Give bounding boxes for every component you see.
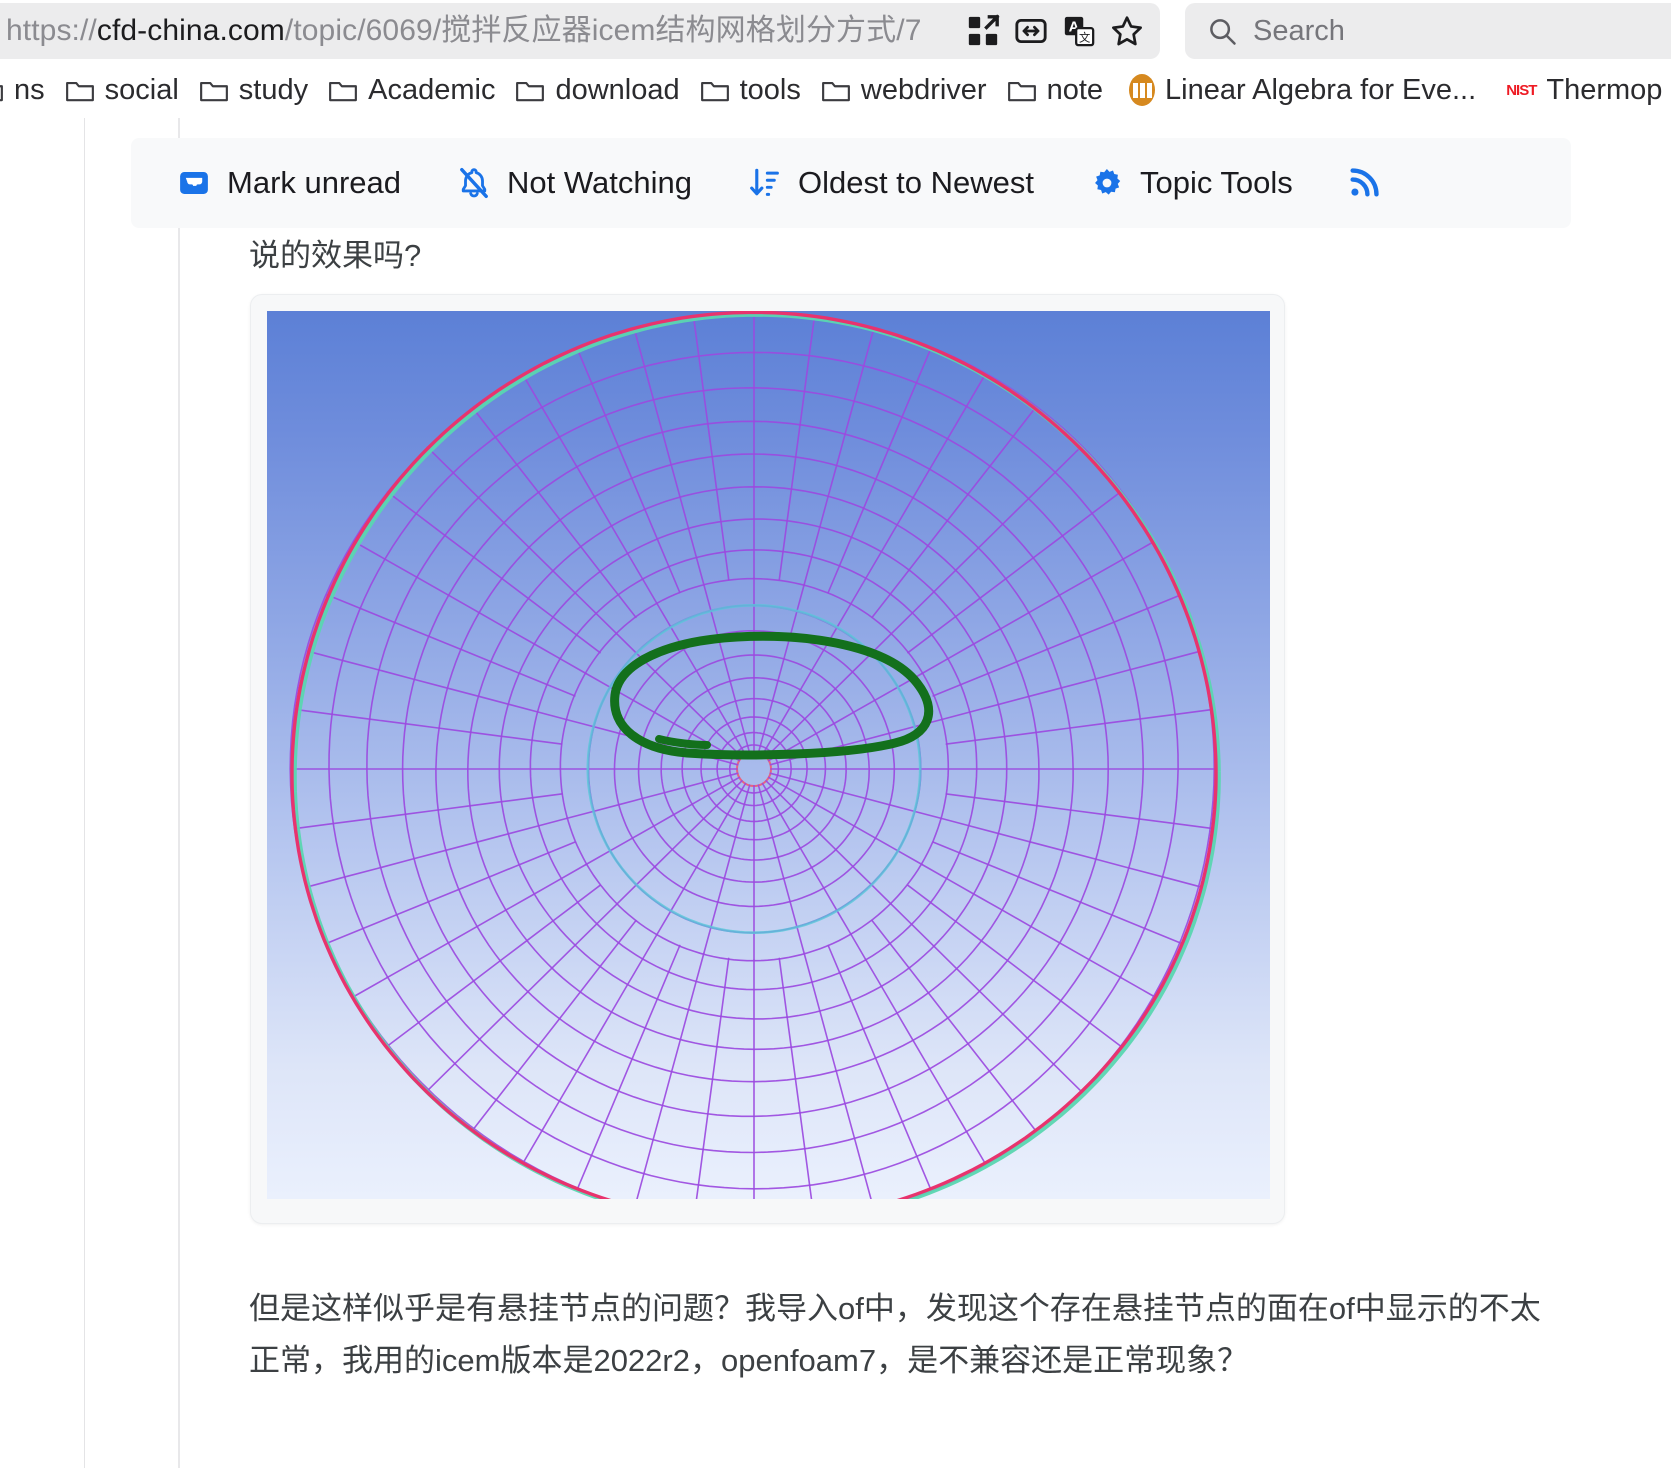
- sort-order-label: Oldest to Newest: [797, 165, 1035, 200]
- mesh-line: [871, 919, 1036, 1131]
- post-image-card[interactable]: [250, 294, 1285, 1224]
- topic-tools-button[interactable]: Topic Tools: [1056, 138, 1315, 228]
- reader-width-icon[interactable]: [1014, 14, 1048, 48]
- bookmark-label: download: [555, 74, 680, 106]
- folder-icon: [821, 77, 851, 103]
- mesh-line: [295, 793, 563, 830]
- rss-icon: [1347, 166, 1381, 200]
- folder-icon: [199, 77, 229, 103]
- mesh-line: [295, 708, 563, 745]
- page-content: Mark unread Not Watching Oldest to Newes…: [0, 118, 1671, 1468]
- bookmark-item-thermophysical[interactable]: NIST Thermop: [1498, 69, 1670, 111]
- mesh-line: [633, 328, 705, 586]
- folder-icon: [328, 77, 358, 103]
- post-text-bottom: 但是这样似乎是有悬挂节点的问题？我导入of中，发现这个存在悬挂节点的面在of中显…: [249, 1291, 1541, 1378]
- mesh-line: [907, 884, 1122, 1047]
- folder-icon: [65, 77, 95, 103]
- folder-icon: [0, 77, 4, 103]
- svg-text:文: 文: [1079, 30, 1090, 44]
- bookmark-item-academic[interactable]: Academic: [320, 69, 503, 111]
- post-text-top: 说的效果吗?: [249, 238, 422, 273]
- bookmark-label: ns: [14, 74, 45, 106]
- nist-logo-text: NIST: [1506, 81, 1537, 99]
- bookmark-item-linear-algebra[interactable]: Linear Algebra for Eve...: [1121, 69, 1484, 111]
- topic-left-divider: [178, 118, 180, 1468]
- bookmark-item-download[interactable]: download: [507, 69, 687, 111]
- browser-chrome: https://cfd-china.com/topic/6069/搅拌反应器ic…: [0, 0, 1671, 118]
- mesh-line: [778, 317, 816, 581]
- browser-toolbar-row: https://cfd-china.com/topic/6069/搅拌反应器ic…: [0, 0, 1671, 62]
- bookmark-label: Thermop: [1546, 74, 1663, 106]
- bookmark-item-note[interactable]: note: [999, 69, 1111, 111]
- sort-order-button[interactable]: Oldest to Newest: [714, 138, 1056, 228]
- bookmark-star-icon[interactable]: [1110, 14, 1144, 48]
- mesh-line: [945, 793, 1213, 830]
- mark-unread-button[interactable]: Mark unread: [155, 138, 423, 228]
- folder-icon: [515, 77, 545, 103]
- annotation-tail-stroke: [655, 735, 711, 749]
- mesh-diagram: [289, 311, 1221, 1199]
- gear-icon: [1090, 166, 1124, 200]
- mesh-line: [945, 708, 1213, 745]
- mesh-line: [692, 317, 730, 581]
- mesh-line: [940, 817, 1202, 888]
- not-watching-button[interactable]: Not Watching: [423, 138, 714, 228]
- bell-slash-icon: [457, 166, 491, 200]
- rss-feed-button[interactable]: [1315, 138, 1403, 228]
- bookmark-item-social[interactable]: social: [57, 69, 187, 111]
- mesh-image[interactable]: [267, 311, 1270, 1199]
- translate-icon[interactable]: A 文: [1062, 14, 1096, 48]
- address-bar[interactable]: https://cfd-china.com/topic/6069/搅拌反应器ic…: [0, 3, 1160, 59]
- mesh-line: [940, 650, 1202, 721]
- search-box[interactable]: Search: [1185, 3, 1671, 59]
- mesh-line: [803, 328, 875, 586]
- inbox-icon: [177, 166, 211, 200]
- search-placeholder: Search: [1253, 14, 1345, 47]
- qr-expand-icon[interactable]: [966, 14, 1000, 48]
- bookmark-item-ns[interactable]: ns: [0, 69, 53, 111]
- topic-tools-label: Topic Tools: [1140, 165, 1293, 200]
- sort-ascending-icon: [748, 166, 782, 200]
- bookmark-item-tools[interactable]: tools: [692, 69, 809, 111]
- url-path: /topic/6069/搅拌反应器icem结构网格划分方式/7: [284, 14, 922, 47]
- bookmarks-bar: ns social study Academic download tools …: [0, 62, 1671, 118]
- url-scheme: https://: [6, 14, 97, 47]
- url-domain: cfd-china.com: [96, 14, 285, 47]
- bookmark-label: social: [104, 74, 179, 106]
- mesh-line: [306, 650, 568, 721]
- mark-unread-label: Mark unread: [227, 165, 402, 200]
- bookmark-label: tools: [739, 74, 801, 106]
- orange-oval-icon: [1129, 74, 1156, 106]
- address-bar-icons: A 文: [966, 3, 1144, 59]
- bookmark-label: Linear Algebra for Eve...: [1165, 74, 1477, 106]
- folder-icon: [700, 77, 730, 103]
- mesh-grid-group: [289, 311, 1221, 1199]
- bookmark-item-webdriver[interactable]: webdriver: [813, 69, 995, 111]
- bookmark-item-study[interactable]: study: [191, 69, 316, 111]
- bookmark-label: study: [238, 74, 309, 106]
- topic-toolbar: Mark unread Not Watching Oldest to Newes…: [131, 138, 1571, 228]
- nist-logo-icon: NIST: [1506, 81, 1537, 99]
- left-gutter-divider: [84, 118, 85, 1468]
- folder-icon: [1007, 77, 1037, 103]
- address-bar-url: https://cfd-china.com/topic/6069/搅拌反应器ic…: [6, 14, 921, 48]
- mesh-line: [306, 817, 568, 888]
- mesh-line: [890, 903, 1082, 1092]
- mesh-line: [386, 884, 601, 1047]
- bookmark-label: Academic: [368, 74, 496, 106]
- bookmark-label: webdriver: [860, 74, 987, 106]
- bookmark-label: note: [1046, 74, 1104, 106]
- not-watching-label: Not Watching: [507, 165, 692, 200]
- search-icon: [1210, 19, 1236, 45]
